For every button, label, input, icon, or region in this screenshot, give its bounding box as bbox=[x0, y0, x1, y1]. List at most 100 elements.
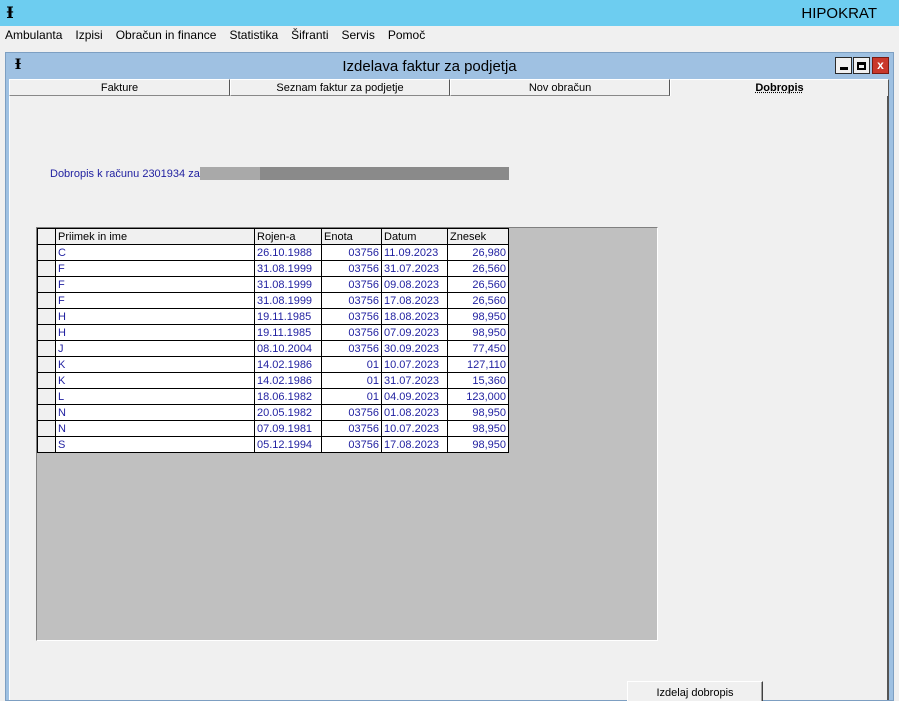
tab-nov-obracun[interactable]: Nov obračun bbox=[450, 79, 670, 96]
cell-rojen: 31.08.1999 bbox=[254, 260, 322, 277]
cell-rojen: 05.12.1994 bbox=[254, 436, 322, 453]
cell-rojen-text: 26.10.1988 bbox=[257, 246, 313, 259]
row-indicator bbox=[37, 276, 56, 293]
cell-name: N bbox=[55, 404, 255, 421]
child-title-bar: Ɨ Izdelava faktur za podjetja x bbox=[6, 53, 893, 79]
close-button[interactable]: x bbox=[872, 57, 889, 74]
tab-seznam-faktur[interactable]: Seznam faktur za podjetje bbox=[230, 79, 450, 96]
menu-item-obracun-in-finance[interactable]: Obračun in finance bbox=[116, 27, 217, 44]
cell-rojen: 08.10.2004 bbox=[254, 340, 322, 357]
table-row[interactable]: K 14.02.1986 01 31.07.2023 15,360 bbox=[37, 372, 509, 389]
cell-name-text: N bbox=[58, 422, 66, 435]
cell-znesek-text: 127,110 bbox=[467, 358, 506, 371]
menu-item-izpisi[interactable]: Izpisi bbox=[75, 27, 102, 44]
row-indicator bbox=[37, 356, 56, 373]
menu-item-sifranti[interactable]: Šifranti bbox=[291, 27, 328, 44]
cell-rojen-text: 08.10.2004 bbox=[257, 342, 313, 355]
cell-znesek: 98,950 bbox=[447, 420, 509, 437]
cell-name-text: L bbox=[58, 390, 65, 403]
tab-strip: Fakture Seznam faktur za podjetje Nov ob… bbox=[9, 79, 889, 97]
table-row[interactable]: N 20.05.1982 03756 01.08.2023 98,950 bbox=[37, 404, 509, 421]
row-indicator bbox=[37, 244, 56, 261]
cell-enota: 03756 bbox=[321, 404, 382, 421]
table-row[interactable]: F 31.08.1999 03756 09.08.2023 26,560 bbox=[37, 276, 509, 293]
cell-datum-text: 01.08.2023 bbox=[384, 406, 440, 419]
menu-item-ambulanta[interactable]: Ambulanta bbox=[5, 27, 62, 44]
cell-datum-text: 31.07.2023 bbox=[384, 374, 440, 387]
cell-enota: 03756 bbox=[321, 244, 382, 261]
patients-table: Priimek in ime Rojen-a Enota Datum Znese… bbox=[37, 228, 509, 453]
column-header-name[interactable]: Priimek in ime bbox=[55, 228, 255, 245]
row-indicator bbox=[37, 324, 56, 341]
table-row[interactable]: L 18.06.1982 01 04.09.2023 123,000 bbox=[37, 388, 509, 405]
izdelaj-dobropis-button[interactable]: Izdelaj dobropis bbox=[627, 681, 763, 701]
cell-znesek-text: 15,360 bbox=[472, 374, 506, 387]
cell-datum: 11.09.2023 bbox=[381, 244, 448, 261]
table-row[interactable]: N 07.09.1981 03756 10.07.2023 98,950 bbox=[37, 420, 509, 437]
column-header-enota[interactable]: Enota bbox=[321, 228, 382, 245]
cell-datum: 30.09.2023 bbox=[381, 340, 448, 357]
cell-enota-text: 03756 bbox=[348, 294, 379, 307]
menu-item-statistika[interactable]: Statistika bbox=[229, 27, 278, 44]
cell-name-text: S bbox=[58, 438, 66, 451]
column-header-rojen[interactable]: Rojen-a bbox=[254, 228, 322, 245]
cell-znesek-text: 26,980 bbox=[472, 246, 506, 259]
cell-enota: 01 bbox=[321, 372, 382, 389]
row-indicator bbox=[37, 388, 56, 405]
table-row[interactable]: J 08.10.2004 03756 30.09.2023 77,450 bbox=[37, 340, 509, 357]
menu-item-pomoc[interactable]: Pomoč bbox=[388, 27, 425, 44]
cell-rojen-text: 20.05.1982 bbox=[257, 406, 313, 419]
cell-enota-text: 03756 bbox=[348, 262, 379, 275]
table-row[interactable]: K 14.02.1986 01 10.07.2023 127,110 bbox=[37, 356, 509, 373]
cell-datum: 17.08.2023 bbox=[381, 436, 448, 453]
cell-name-text: C bbox=[58, 246, 66, 259]
cell-name-text: K bbox=[58, 374, 66, 387]
tab-label: Seznam faktur za podjetje bbox=[276, 82, 404, 94]
hipokrat-icon[interactable]: Ɨ bbox=[4, 4, 16, 21]
cell-rojen: 19.11.1985 bbox=[254, 308, 322, 325]
cell-enota-text: 01 bbox=[366, 358, 379, 371]
cell-name-text: F bbox=[58, 278, 65, 291]
row-indicator bbox=[37, 436, 56, 453]
column-header-datum[interactable]: Datum bbox=[381, 228, 448, 245]
cell-enota-text: 03756 bbox=[348, 406, 379, 419]
table-row[interactable]: H 19.11.1985 03756 18.08.2023 98,950 bbox=[37, 308, 509, 325]
cell-znesek: 26,980 bbox=[447, 244, 509, 261]
cell-datum-text: 04.09.2023 bbox=[384, 390, 440, 403]
table-row[interactable]: F 31.08.1999 03756 31.07.2023 26,560 bbox=[37, 260, 509, 277]
cell-name: H bbox=[55, 308, 255, 325]
cell-enota-text: 03756 bbox=[348, 310, 379, 323]
table-row[interactable]: S 05.12.1994 03756 17.08.2023 98,950 bbox=[37, 436, 509, 453]
cell-datum-text: 30.09.2023 bbox=[384, 342, 440, 355]
menu-item-servis[interactable]: Servis bbox=[342, 27, 375, 44]
table-row[interactable]: H 19.11.1985 03756 07.09.2023 98,950 bbox=[37, 324, 509, 341]
table-row[interactable]: F 31.08.1999 03756 17.08.2023 26,560 bbox=[37, 292, 509, 309]
app-title-bar: Ɨ HIPOKRAT bbox=[0, 0, 899, 26]
cell-znesek: 98,950 bbox=[447, 324, 509, 341]
tab-label: Dobropis bbox=[755, 82, 804, 94]
cell-znesek-text: 123,000 bbox=[466, 390, 506, 403]
tab-fakture[interactable]: Fakture bbox=[9, 79, 230, 96]
cell-enota: 03756 bbox=[321, 260, 382, 277]
column-header-znesek[interactable]: Znesek bbox=[447, 228, 509, 245]
cell-rojen: 14.02.1986 bbox=[254, 372, 322, 389]
row-indicator bbox=[37, 340, 56, 357]
cell-znesek: 26,560 bbox=[447, 276, 509, 293]
cell-enota-text: 03756 bbox=[348, 342, 379, 355]
table-row[interactable]: C 26.10.1988 03756 11.09.2023 26,980 bbox=[37, 244, 509, 261]
cell-name: K bbox=[55, 356, 255, 373]
cell-znesek-text: 98,950 bbox=[472, 422, 506, 435]
cell-rojen-text: 31.08.1999 bbox=[257, 262, 313, 275]
cell-znesek-text: 26,560 bbox=[472, 262, 506, 275]
patients-grid[interactable]: Priimek in ime Rojen-a Enota Datum Znese… bbox=[36, 227, 658, 641]
minimize-button[interactable] bbox=[835, 57, 852, 74]
cell-datum: 09.08.2023 bbox=[381, 276, 448, 293]
dobropis-heading: Dobropis k računu 2301934 za bbox=[50, 168, 200, 180]
cell-rojen-text: 19.11.1985 bbox=[257, 326, 312, 339]
cell-datum-text: 17.08.2023 bbox=[384, 438, 440, 451]
maximize-button[interactable] bbox=[853, 57, 870, 74]
redacted-block bbox=[260, 167, 509, 180]
child-window: Ɨ Izdelava faktur za podjetja x Fakture … bbox=[5, 52, 894, 701]
tab-dobropis[interactable]: Dobropis bbox=[670, 79, 889, 97]
cell-znesek-text: 26,560 bbox=[472, 294, 506, 307]
